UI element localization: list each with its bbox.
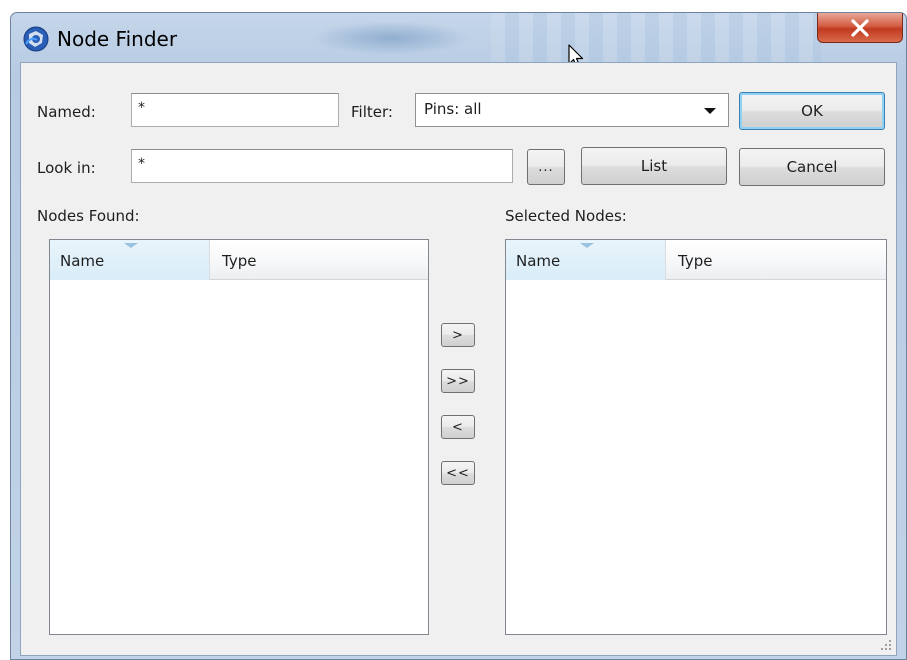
- remove-all-button[interactable]: <<: [441, 461, 475, 485]
- ok-button[interactable]: OK: [739, 92, 885, 130]
- titlebar-glass-reflection: [491, 13, 821, 63]
- lookin-label: Look in:: [37, 159, 96, 177]
- nodes-found-name-column[interactable]: Name: [50, 240, 210, 280]
- column-name-label: Name: [60, 252, 105, 270]
- cancel-button[interactable]: Cancel: [739, 148, 885, 186]
- filter-label: Filter:: [351, 103, 393, 121]
- lookin-input[interactable]: *: [131, 149, 513, 183]
- titlebar-glass-highlight: [311, 21, 471, 55]
- selected-nodes-label: Selected Nodes:: [505, 207, 627, 225]
- resize-grip-icon[interactable]: [880, 639, 892, 651]
- add-all-button[interactable]: >>: [441, 369, 475, 393]
- title-bar[interactable]: Node Finder: [11, 13, 906, 63]
- selected-nodes-header: Name Type: [506, 240, 886, 280]
- filter-select[interactable]: Pins: all: [415, 93, 729, 127]
- selected-nodes-list[interactable]: Name Type: [505, 239, 887, 635]
- dialog-client-area: Named: * Filter: Pins: all OK Look in: *…: [20, 62, 897, 656]
- nodes-found-header: Name Type: [50, 240, 428, 280]
- selected-nodes-type-column[interactable]: Type: [666, 240, 724, 280]
- nodes-found-list[interactable]: Name Type: [49, 239, 429, 635]
- column-name-label: Name: [516, 252, 561, 270]
- window-title: Node Finder: [57, 27, 178, 51]
- named-label: Named:: [37, 103, 96, 121]
- sort-indicator-icon: [580, 243, 594, 248]
- column-type-label: Type: [678, 252, 713, 270]
- add-selected-button[interactable]: >: [441, 323, 475, 347]
- remove-selected-button[interactable]: <: [441, 415, 475, 439]
- close-button[interactable]: [817, 13, 903, 43]
- nodes-found-type-column[interactable]: Type: [210, 240, 268, 280]
- app-icon: [23, 26, 49, 52]
- named-input[interactable]: *: [131, 93, 339, 127]
- list-button[interactable]: List: [581, 147, 727, 185]
- browse-button[interactable]: ...: [527, 149, 565, 185]
- close-icon: [851, 18, 869, 37]
- nodes-found-label: Nodes Found:: [37, 207, 140, 225]
- sort-indicator-icon: [124, 243, 138, 248]
- selected-nodes-name-column[interactable]: Name: [506, 240, 666, 280]
- column-type-label: Type: [222, 252, 257, 270]
- filter-selected-value: Pins: all: [424, 100, 482, 118]
- dropdown-arrow-icon: [704, 108, 716, 114]
